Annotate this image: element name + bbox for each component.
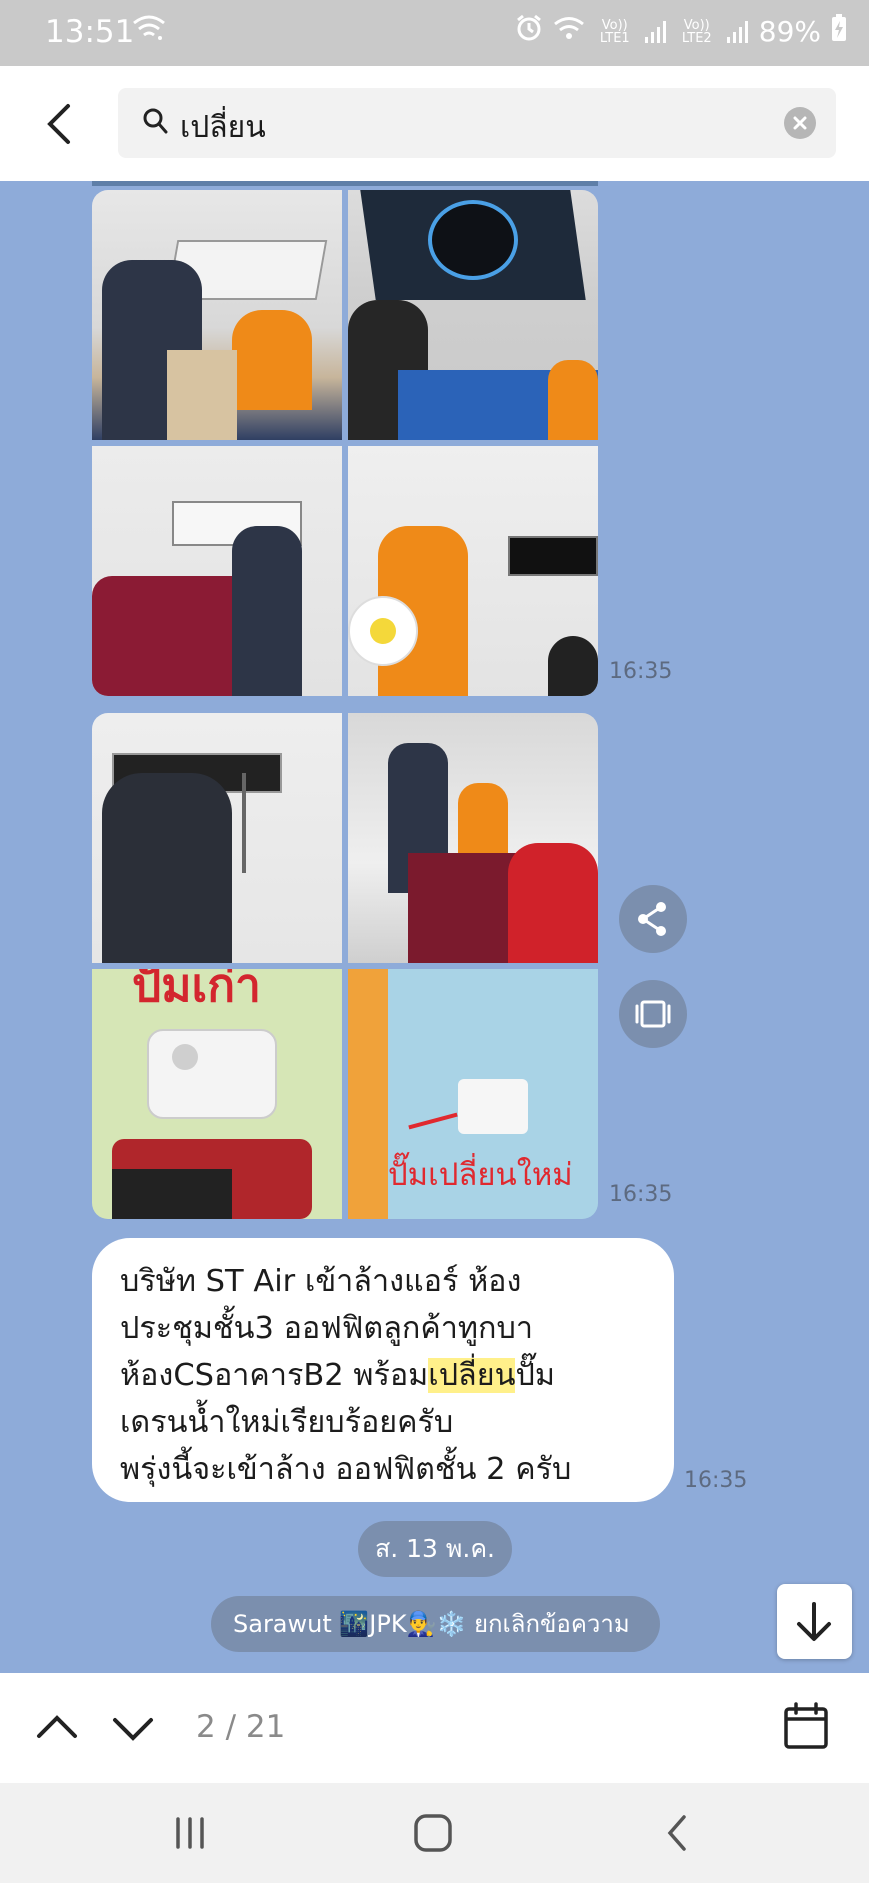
calendar-button[interactable] [783, 1701, 829, 1751]
back-arrow-icon [667, 1815, 686, 1851]
chevron-down-icon [113, 1718, 153, 1741]
home-button[interactable] [412, 1813, 454, 1853]
message-line-segment: ปั๊ม [515, 1358, 555, 1393]
signal-bars-icon [644, 20, 667, 43]
search-highlight: เปลี่ยน [428, 1358, 516, 1393]
search-query: เปลี่ยน [180, 110, 266, 145]
recent-apps-button[interactable] [170, 1813, 210, 1853]
back-button[interactable] [40, 100, 80, 148]
photo-team-at-work[interactable] [348, 713, 598, 963]
search-result-nav: 2 / 21 [0, 1673, 869, 1783]
home-icon [414, 1814, 452, 1852]
new-pump-caption: ปั๊มเปลี่ยนใหม่ [388, 1157, 573, 1193]
message-line: พรุ่งนี้จะเข้าล้าง ออฟฟิตชั้น 2 ครับ [120, 1452, 572, 1487]
signal-bars-icon [726, 20, 749, 43]
share-icon [638, 902, 666, 936]
chevron-up-icon [37, 1715, 77, 1738]
system-navigation-bar [0, 1783, 869, 1883]
next-result-button[interactable] [108, 1703, 158, 1753]
message-time: 16:35 [609, 1182, 673, 1207]
photo-new-pump[interactable]: ปั๊มเปลี่ยนใหม่ [348, 969, 598, 1219]
wifi-question-icon [132, 14, 166, 49]
share-button[interactable] [619, 885, 687, 953]
photo-ceiling-ac-removal[interactable] [92, 190, 342, 440]
arrow-down-icon [797, 1602, 831, 1641]
sim2-label: Vo)) LTE2 [681, 17, 712, 46]
photo-technician-wall-unit[interactable] [92, 713, 342, 963]
clear-search-button[interactable] [784, 107, 816, 139]
status-bar: 13:51 Vo)) LTE1 Vo)) LTE2 89% [0, 0, 869, 66]
photo-grid[interactable] [92, 190, 598, 696]
close-icon [793, 116, 807, 130]
system-back-button[interactable] [660, 1813, 694, 1853]
search-input[interactable]: เปลี่ยน [118, 88, 836, 158]
message-bubble[interactable]: บริษัท ST Air เข้าล้างแอร์ ห้อง ประชุมชั… [92, 1238, 674, 1502]
result-counter: 2 / 21 [196, 1709, 286, 1745]
message-line: เดรนน้ำใหม่เรียบร้อยครับ [120, 1405, 454, 1440]
status-time: 13:51 [45, 14, 135, 50]
message-time: 16:35 [609, 659, 673, 684]
scroll-to-bottom-button[interactable] [777, 1584, 852, 1659]
message-line: ประชุมชั้น3 ออฟฟิตลูกค้าทูกบา [120, 1311, 533, 1346]
message-line: ห้องCSอาคารB2 พร้อมเปลี่ยนปั๊ม [120, 1352, 646, 1399]
unsend-notice: Sarawut 🌃JPK👨‍🔧❄️ ยกเลิกข้อความ [211, 1596, 660, 1652]
back-arrow-icon [47, 104, 70, 144]
photo-wall-ac-cover[interactable] [92, 446, 342, 696]
recent-apps-icon [176, 1817, 204, 1849]
alarm-icon [515, 14, 543, 49]
message-line: บริษัท ST Air เข้าล้างแอร์ ห้อง [120, 1264, 522, 1299]
battery-percent: 89% [758, 15, 821, 48]
photo-wall-ac-technician[interactable] [348, 446, 598, 696]
photo-old-pump[interactable]: ปั๊มเก่า [92, 969, 342, 1219]
search-icon [143, 108, 168, 134]
sim1-label: Vo)) LTE1 [599, 17, 630, 46]
previous-photo-edge [92, 181, 598, 186]
gallery-view-button[interactable] [619, 980, 687, 1048]
previous-result-button[interactable] [32, 1703, 82, 1753]
message-line-segment: ห้องCSอาคารB2 พร้อม [120, 1358, 429, 1393]
battery-charging-icon [831, 14, 847, 49]
search-header: เปลี่ยน [0, 66, 869, 181]
photo-grid[interactable]: ปั๊มเก่า ปั๊มเปลี่ยนใหม่ [92, 713, 598, 1219]
chat-area[interactable]: 16:35 ปั๊มเก่า ปั๊มเปลี่ยนใหม่ 16:35 บริ… [0, 181, 869, 1673]
calendar-icon [784, 1702, 828, 1749]
date-divider: ส. 13 พ.ค. [358, 1521, 512, 1577]
wifi-icon [553, 15, 585, 48]
photo-ceiling-cassette-cleaning[interactable] [348, 190, 598, 440]
gallery-icon [635, 1000, 671, 1028]
old-pump-label-fragment: ปั๊มเก่า [132, 969, 261, 1012]
message-time: 16:35 [684, 1468, 748, 1493]
